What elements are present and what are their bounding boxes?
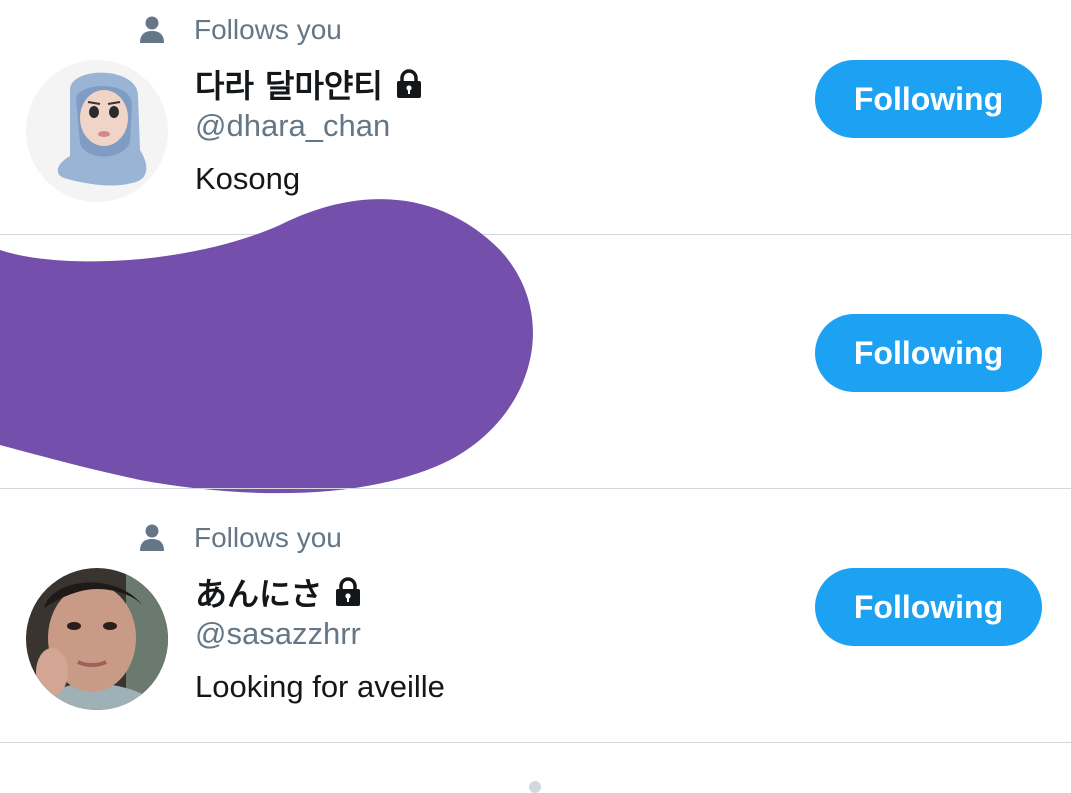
follows-you-label: Follows you: [194, 522, 342, 553]
display-name[interactable]: 다라 달마얀티: [195, 61, 383, 107]
follows-you-label: Follows you: [194, 14, 342, 45]
row-divider: [0, 742, 1071, 743]
display-name-line: あんにさ: [195, 569, 362, 615]
photo-avatar-image: [26, 568, 168, 710]
avatar[interactable]: [26, 60, 168, 202]
person-icon: [140, 16, 164, 43]
loading-indicator: [529, 781, 541, 793]
user-handle: @sasazzhrr: [195, 616, 361, 651]
following-button[interactable]: Following: [815, 314, 1042, 392]
person-icon: [140, 524, 164, 551]
display-name-line: 다라 달마얀티: [195, 61, 423, 107]
avatar[interactable]: [26, 568, 168, 710]
user-handle: @dhara_chan: [195, 108, 391, 143]
row-divider: [0, 488, 1071, 489]
user-bio: Kosong: [195, 161, 301, 196]
follows-you-indicator: Follows you: [140, 14, 342, 46]
redaction-scribble: [0, 199, 533, 494]
following-button[interactable]: Following: [815, 60, 1042, 138]
following-button[interactable]: Following: [815, 568, 1042, 646]
memoji-avatar-image: [26, 60, 168, 202]
display-name[interactable]: あんにさ: [195, 569, 322, 615]
lock-icon: [336, 577, 361, 606]
user-bio: Looking for aveille: [195, 669, 445, 704]
lock-icon: [396, 69, 421, 98]
follows-you-indicator: Follows you: [140, 522, 342, 554]
